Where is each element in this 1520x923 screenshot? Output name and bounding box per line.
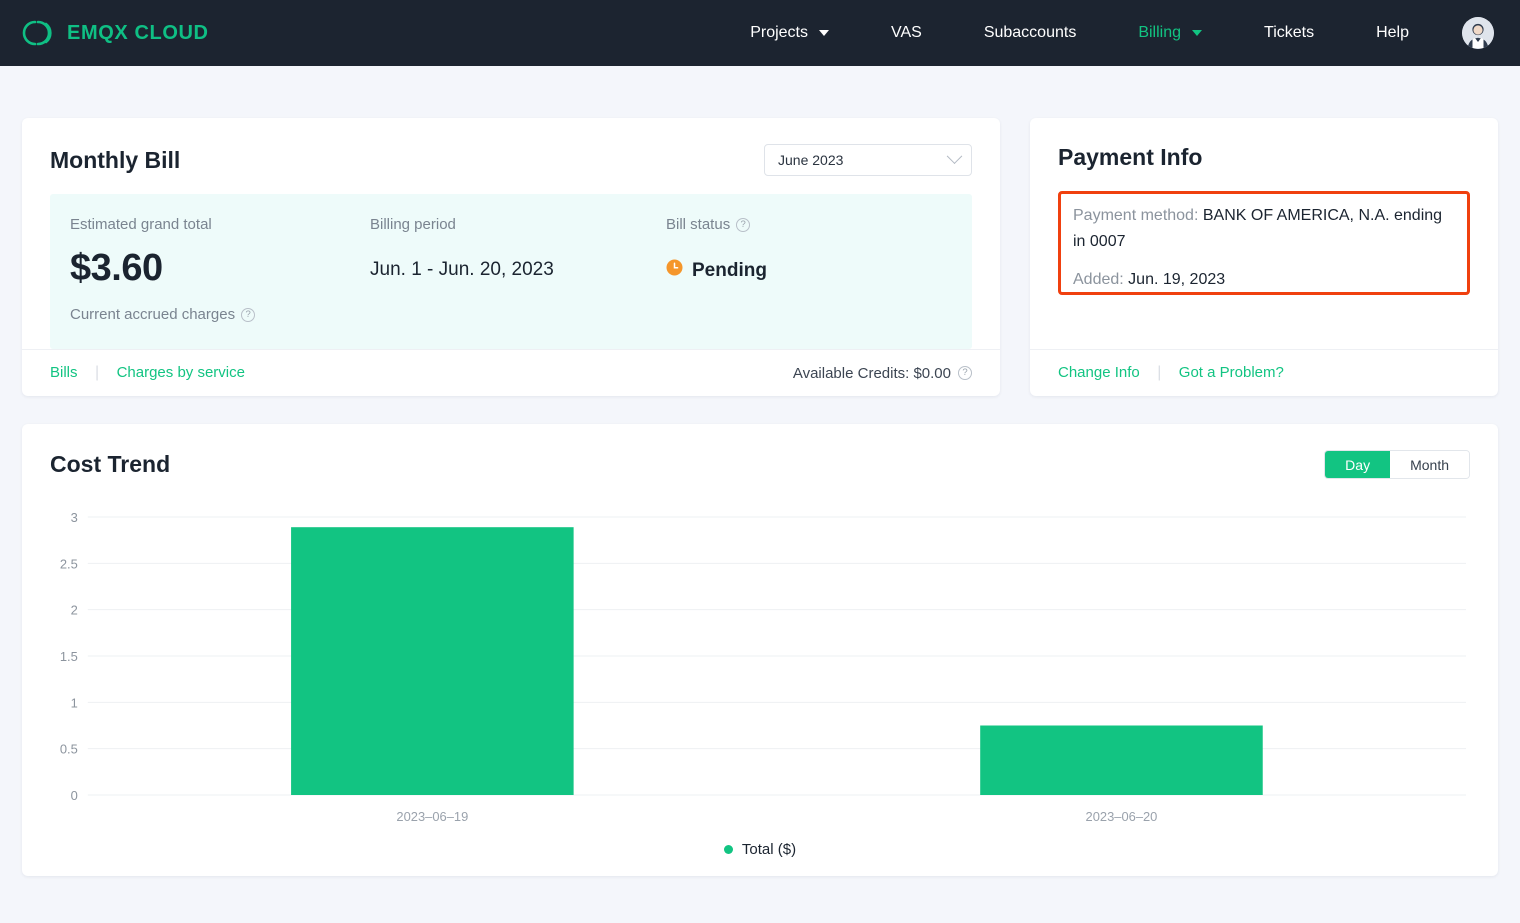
payment-info-title: Payment Info <box>1058 144 1203 170</box>
bar <box>980 725 1263 795</box>
billing-period-label: Billing period <box>370 216 456 233</box>
payment-method-key: Payment method: <box>1073 207 1199 224</box>
chevron-down-icon <box>946 147 963 164</box>
estimated-total-block: Estimated grand total $3.60 Current accr… <box>70 216 370 323</box>
chevron-down-icon <box>1192 30 1203 36</box>
top-navigation-bar: EMQX CLOUD Projects VAS Subaccounts Bill… <box>0 0 1520 66</box>
payment-info-header: Payment Info <box>1030 118 1498 189</box>
bar <box>291 527 574 795</box>
month-select[interactable]: June 2023 <box>764 144 972 176</box>
monthly-bill-title: Monthly Bill <box>50 146 181 173</box>
question-mark-icon[interactable]: ? <box>958 366 972 380</box>
payment-info-card: Payment Info Payment method: BANK OF AME… <box>1030 118 1498 396</box>
cost-trend-card: Cost Trend Day Month 0 0.5 1 1.5 2 2.5 3 2023–0… <box>22 424 1498 876</box>
payment-added-row: Added: Jun. 19, 2023 <box>1073 267 1455 292</box>
nav-label: Tickets <box>1264 24 1315 41</box>
nav-item-help[interactable]: Help <box>1345 24 1440 42</box>
accrued-charges-label: Current accrued charges <box>70 306 236 323</box>
bill-status-label: Bill status <box>666 216 731 233</box>
bill-summary-panel: Estimated grand total $3.60 Current accr… <box>50 194 972 349</box>
payment-added-value: Jun. 19, 2023 <box>1128 271 1226 288</box>
nav-label: Subaccounts <box>983 24 1077 41</box>
y-axis-tick-label: 0 <box>71 788 78 803</box>
estimated-total-amount: $3.60 <box>70 247 163 289</box>
y-axis-tick-label: 1 <box>71 695 78 710</box>
monthly-bill-card: Monthly Bill June 2023 Estimated grand t… <box>22 118 1000 396</box>
question-mark-icon[interactable]: ? <box>736 217 751 232</box>
nav-item-vas[interactable]: VAS <box>860 24 953 42</box>
nav-item-tickets[interactable]: Tickets <box>1233 24 1345 42</box>
nav-label: Projects <box>750 24 808 41</box>
got-a-problem-link[interactable]: Got a Problem? <box>1179 364 1284 381</box>
payment-info-footer: Change Info | Got a Problem? <box>1030 349 1498 396</box>
bill-status-label-row: Bill status ? <box>666 216 767 233</box>
page-body: Monthly Bill June 2023 Estimated grand t… <box>0 66 1520 876</box>
cost-trend-title: Cost Trend <box>50 451 171 477</box>
clock-icon <box>666 259 683 282</box>
monthly-bill-header: Monthly Bill June 2023 <box>22 118 1000 194</box>
question-mark-icon[interactable]: ? <box>241 307 256 322</box>
emqx-logo-icon <box>22 18 56 48</box>
payment-method-row: Payment method: BANK OF AMERICA, N.A. en… <box>1073 203 1455 255</box>
legend-color-dot <box>723 845 733 854</box>
legend-label: Total ($) <box>741 841 797 858</box>
payment-method-value: BANK OF AMERICA, N.A. ending <box>1202 207 1443 224</box>
monthly-bill-footer: Bills | Charges by service Available Cre… <box>22 349 1000 396</box>
footer-links: Bills | Charges by service <box>50 364 245 382</box>
granularity-toggle: Day Month <box>1324 450 1470 479</box>
month-select-value: June 2023 <box>778 152 844 168</box>
y-axis-tick-label: 3 <box>71 510 78 525</box>
charges-by-service-link[interactable]: Charges by service <box>117 364 245 381</box>
payment-info-body: Payment method: BANK OF AMERICA, N.A. en… <box>1030 189 1498 295</box>
y-axis-tick-label: 1.5 <box>60 649 78 664</box>
payment-method-value-line2: in 0007 <box>1073 233 1126 250</box>
cost-trend-chart: 0 0.5 1 1.5 2 2.5 3 2023–06–19 2023–06–20 <box>50 505 1470 835</box>
nav-item-subaccounts[interactable]: Subaccounts <box>953 24 1108 42</box>
user-avatar-icon[interactable] <box>1462 17 1494 49</box>
payment-footer-links: Change Info | Got a Problem? <box>1058 364 1284 382</box>
available-credits-text: Available Credits: $0.00 <box>792 364 951 382</box>
divider: | <box>94 364 100 381</box>
bill-status-block: Bill status ? Pending <box>666 216 797 323</box>
cost-trend-header: Cost Trend Day Month <box>22 424 1498 483</box>
x-axis-tick-label: 2023–06–19 <box>396 809 468 824</box>
payment-added-key: Added: <box>1073 271 1124 288</box>
toggle-day[interactable]: Day <box>1325 451 1391 478</box>
x-axis-tick-label: 2023–06–20 <box>1086 809 1158 824</box>
estimated-total-label: Estimated grand total <box>70 216 212 233</box>
billing-period-block: Billing period Jun. 1 - Jun. 20, 2023 <box>370 216 666 323</box>
available-credits: Available Credits: $0.00 ? <box>793 365 972 382</box>
nav-label: Help <box>1376 24 1409 41</box>
change-info-link[interactable]: Change Info <box>1058 364 1140 381</box>
payment-highlight-box: Payment method: BANK OF AMERICA, N.A. en… <box>1058 191 1470 295</box>
y-axis-tick-label: 0.5 <box>60 742 78 757</box>
brand-name: EMQX CLOUD <box>67 21 209 44</box>
y-axis-tick-label: 2.5 <box>60 556 78 571</box>
divider: | <box>1157 364 1162 381</box>
y-axis-tick-label: 2 <box>71 603 78 618</box>
accrued-charges-row: Current accrued charges ? <box>70 306 340 323</box>
billing-period-value: Jun. 1 - Jun. 20, 2023 <box>370 259 554 280</box>
nav-item-projects[interactable]: Projects <box>719 24 860 42</box>
bar-chart-svg: 0 0.5 1 1.5 2 2.5 3 2023–06–19 2023–06–20 <box>60 510 1467 824</box>
nav-label: VAS <box>890 24 922 41</box>
nav-label: Billing <box>1138 24 1182 41</box>
bill-status-value: Pending <box>692 259 767 281</box>
brand-logo-area[interactable]: EMQX CLOUD <box>22 18 209 48</box>
chart-legend: Total ($) <box>22 841 1498 858</box>
chevron-down-icon <box>818 30 829 36</box>
status-badge: Pending <box>666 259 767 282</box>
bills-link[interactable]: Bills <box>50 364 78 381</box>
toggle-month[interactable]: Month <box>1390 451 1469 478</box>
nav-items: Projects VAS Subaccounts Billing Tickets… <box>719 17 1494 49</box>
nav-item-billing[interactable]: Billing <box>1107 24 1233 42</box>
top-cards-row: Monthly Bill June 2023 Estimated grand t… <box>22 118 1498 396</box>
